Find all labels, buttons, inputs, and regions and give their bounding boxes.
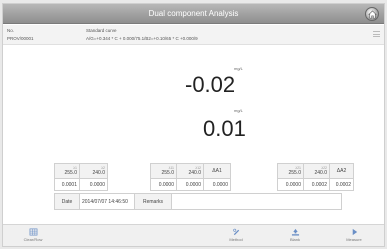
measurement-table: λ1 255.0 λ2 240.0 λ11 255.0 λ12 240.0 ΔA1 λ2…	[54, 163, 354, 191]
header-cell: ΔA2	[329, 163, 354, 179]
info-bar: No. PROV/00001 Standard curve A/G=+0.344…	[3, 25, 384, 45]
grid-icon	[29, 228, 37, 236]
blank-label: Blank	[289, 237, 300, 242]
result-unit-1: mg/L	[234, 66, 243, 71]
method-button[interactable]: Method	[212, 227, 260, 245]
measure-button[interactable]: Measure	[330, 227, 378, 245]
sample-no-value: PROV/00001	[7, 36, 34, 41]
play-icon	[352, 228, 357, 236]
header-cell: λ11 255.0	[150, 163, 177, 179]
date-label: Date	[54, 193, 80, 210]
bottom-toolbar: Clear/Row Method Blank Measure	[3, 224, 384, 246]
header-cell: ΔA1	[203, 163, 231, 179]
method-label: Method	[229, 237, 243, 242]
result-unit-2: mg/L	[234, 108, 243, 113]
value-cell: 0.0002	[303, 178, 330, 191]
value-cell: 0.0000	[203, 178, 231, 191]
remarks-label: Remarks	[134, 193, 172, 210]
value-cell: 0.0000	[79, 178, 108, 191]
header-cell: λ21 255.0	[277, 163, 304, 179]
header-cell: λ22 240.0	[303, 163, 330, 179]
value-cell: 0.0000	[176, 178, 204, 191]
remarks-value[interactable]	[171, 193, 342, 210]
method-icon	[232, 228, 239, 236]
clear-row-button[interactable]: Clear/Row	[9, 227, 57, 245]
blank-button[interactable]: Blank	[271, 227, 319, 245]
header-cell: λ1 255.0	[54, 163, 80, 179]
measure-label: Measure	[346, 237, 362, 242]
standard-curve-label: Standard curve	[86, 28, 117, 33]
home-button[interactable]	[365, 7, 379, 21]
result-value-2: 0.01	[203, 116, 246, 141]
value-cell: 0.0000	[150, 178, 177, 191]
menu-icon[interactable]	[373, 31, 380, 38]
table-row: 0.0001 0.0000 0.0000 0.0000 0.0000 0.000…	[54, 178, 354, 191]
analysis-window: Dual component Analysis No. PROV/00001 S…	[2, 3, 385, 247]
header-cell: λ12 240.0	[176, 163, 204, 179]
value-cell: 0.0001	[54, 178, 80, 191]
value-cell: 0.0002	[329, 178, 354, 191]
title-bar: Dual component Analysis	[3, 4, 384, 24]
measurement-header-row: λ1 255.0 λ2 240.0 λ11 255.0 λ12 240.0 ΔA1 λ2…	[54, 163, 354, 179]
standard-curve-value: A/G=+0.344 * C + 0.000/75.1/B2=+0.10/65 …	[86, 36, 198, 41]
blank-icon	[291, 228, 299, 236]
remarks-table: Date 2014/07/07 14:46:50 Remarks	[54, 193, 342, 210]
home-icon	[367, 10, 377, 18]
header-cell: λ2 240.0	[79, 163, 108, 179]
table-row: Date 2014/07/07 14:46:50 Remarks	[54, 193, 342, 210]
sample-no-label: No.	[7, 28, 15, 33]
clear-row-label: Clear/Row	[23, 237, 43, 242]
window-title: Dual component Analysis	[148, 9, 239, 18]
value-cell: 0.0000	[277, 178, 304, 191]
result-value-1: -0.02	[185, 72, 236, 97]
date-value: 2014/07/07 14:46:50	[79, 193, 135, 210]
